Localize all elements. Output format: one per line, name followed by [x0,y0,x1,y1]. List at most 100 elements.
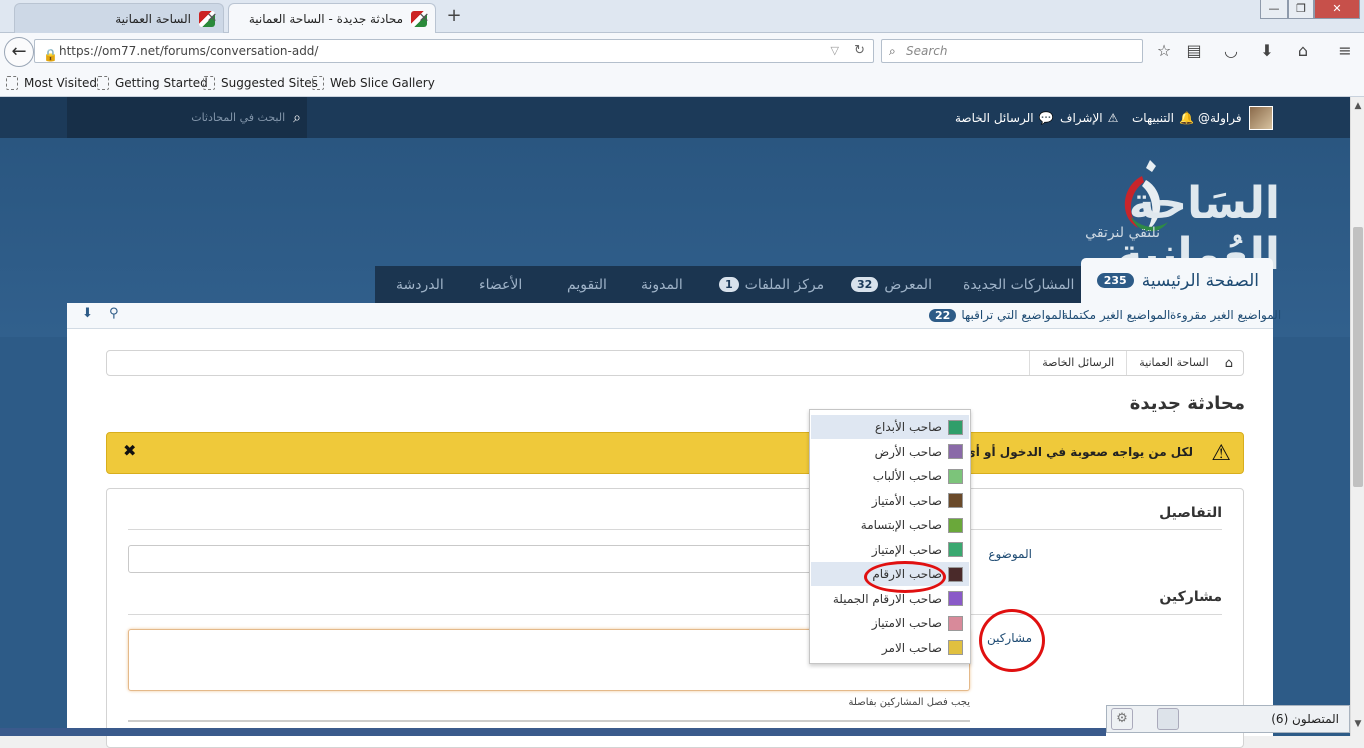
tab-new-posts[interactable]: المشاركات الجديدة [963,266,1074,303]
search-icon: ⌕ [293,109,301,126]
browser-tab-2[interactable]: محادثة جديدة - الساحة العمانية ✕ [228,3,436,34]
moderation-label: الإشراف [1060,111,1103,125]
breadcrumb-item[interactable]: الرسائل الخاصة [1029,351,1126,375]
url-text: https://om77.net/forums/conversation-add… [59,44,319,58]
star-icon[interactable]: ☆ [1153,40,1175,62]
user-avatar[interactable] [1249,106,1273,130]
tab-home[interactable]: الصفحة الرئيسية 235 [1081,258,1273,303]
count-badge: 1 [719,277,739,292]
page-title: محادثة جديدة [1129,393,1245,414]
bookmark-suggested-sites[interactable]: Suggested Sites [203,74,318,92]
tab-gallery[interactable]: المعرض 32 [851,266,932,303]
username-link[interactable]: فراولة@ [1198,108,1242,128]
tab-calendar[interactable]: التقويم [567,266,607,303]
scrollbar-thumb[interactable] [1353,227,1363,487]
sitemap-icon[interactable]: ⚲ [109,306,119,321]
dropdown-item-label: صاحب الألباب [872,469,942,483]
tab-blog[interactable]: المدونة [641,266,683,303]
subnav-watched[interactable]: المواضيع التي تراقبها 22 [929,308,1065,322]
new-tab-button[interactable]: + [442,5,466,29]
tab-label: المدونة [641,276,683,293]
address-bar[interactable]: 🔒 https://om77.net/forums/conversation-a… [34,39,874,63]
tab-label: المشاركات الجديدة [963,276,1075,293]
bookmark-label: Most Visited [24,76,98,90]
private-messages-label: الرسائل الخاصة [955,111,1034,125]
tab-files[interactable]: مركز الملفات 1 [719,266,824,303]
private-messages-link[interactable]: 💬 الرسائل الخاصة [955,108,1054,128]
subnav-unread[interactable]: المواضيع الغير مقروءة [1170,308,1281,322]
close-icon[interactable]: ✖ [123,441,136,460]
scrollbar[interactable]: ▲ ▼ [1350,97,1364,736]
dropdown-item-label: صاحب الإمتياز [871,542,942,557]
maximize-button[interactable]: ❐ [1288,0,1314,19]
user-avatar-icon [948,493,963,508]
user-avatar-icon [948,419,963,435]
dropdown-arrow-icon[interactable]: ▽ [831,40,839,62]
download-icon[interactable]: ⬇ [1256,40,1278,62]
menu-icon[interactable]: ≡ [1334,40,1356,62]
notifications-link[interactable]: 🔔 التنبيهات [1132,108,1194,128]
reading-list-icon[interactable]: ▤ [1183,40,1205,62]
reload-icon[interactable]: ↻ [854,40,865,62]
user-avatar-icon [948,517,963,533]
bookmark-web-slice-gallery[interactable]: Web Slice Gallery [312,74,435,92]
bookmark-getting-started[interactable]: Getting Started [97,74,208,92]
tab-members[interactable]: الأعضاء [479,266,522,303]
dropdown-item[interactable]: صاحب الألباب [811,464,969,488]
bookmark-label: Suggested Sites [221,76,318,90]
lock-icon: 🔒 [43,48,58,62]
home-icon[interactable]: ⌂ [1225,356,1233,371]
home-icon[interactable]: ⌂ [1292,40,1314,62]
divider [128,529,1222,530]
taskbar [0,728,1106,736]
dropdown-item[interactable]: صاحب الامتياز [811,611,969,635]
minimize-button[interactable]: — [1260,0,1288,19]
back-button[interactable]: ← [4,37,34,67]
moderation-link[interactable]: ⚠ الإشراف [1060,108,1118,128]
scroll-down-arrow-icon[interactable]: ▼ [1351,719,1364,729]
user-avatar-icon [948,591,963,606]
username-label: فراولة@ [1198,111,1242,125]
chat-toggle-icon[interactable] [1157,708,1179,730]
subnav-incomplete[interactable]: المواضيع الغير مكتملة [1062,308,1170,322]
scroll-down-icon[interactable]: ⬇ [82,306,93,321]
online-users-bar[interactable]: المتصلون (6) ⚙ [1106,705,1350,733]
gear-icon[interactable]: ⚙ [1111,708,1133,730]
dropdown-item-label: صاحب الأبداع [874,420,942,434]
scroll-up-icon[interactable]: ▲ [1351,101,1364,111]
bookmark-most-visited[interactable]: Most Visited [6,74,97,92]
dropdown-item-label: صاحب الامتياز [871,616,942,630]
dropdown-item[interactable]: صاحب الامر [811,636,969,660]
dropdown-item[interactable]: صاحب الأمتياز [811,489,969,513]
dropdown-item-label: صاحب الأمتياز [871,493,942,508]
notice-banner: ⚠ لكل من يواجه صعوبة في الدخول أو أي إشك… [106,432,1244,474]
logo-tagline: نلتقي لنرتقي [1085,225,1160,241]
subnav-label: المواضيع التي تراقبها [961,308,1066,322]
dropdown-item[interactable]: صاحب الأرض [811,440,969,464]
next-input-edge[interactable] [128,720,970,722]
conversation-search-input[interactable]: ⌕ البحث في المحادثات [67,97,307,138]
browser-search-input[interactable]: ⌕ Search [881,39,1143,63]
dropdown-item[interactable]: صاحب الإمتياز [811,538,969,562]
pocket-icon[interactable]: ◡ [1220,40,1242,62]
subnav-label: المواضيع الغير مقروءة [1170,308,1282,322]
online-count: المتصلون (6) [1271,712,1339,726]
dropdown-item[interactable]: صاحب الإبتسامة [811,513,969,537]
tab-chat[interactable]: الدردشة [396,266,444,303]
breadcrumb-item[interactable]: الساحة العمانية [1126,351,1220,375]
close-window-button[interactable]: ✕ [1314,0,1360,19]
user-avatar-icon [948,542,963,557]
browser-tab-1[interactable]: الساحة العمانية ✕ [14,3,224,33]
close-tab-icon[interactable]: ✕ [413,4,435,33]
notifications-label: التنبيهات [1132,111,1174,125]
dropdown-item[interactable]: صاحب الأبداع [811,415,969,439]
bookmark-icon [97,76,109,90]
warning-icon: ⚠ [1211,441,1231,466]
close-tab-icon[interactable]: ✕ [201,4,223,33]
subnav-label: المواضيع الغير مكتملة [1062,308,1171,322]
tab-label: الصفحة الرئيسية [1141,270,1259,291]
count-badge: 22 [929,308,957,322]
bookmark-icon [312,76,324,90]
dropdown-item-label: صاحب الارقام الجميلة [832,591,942,606]
dropdown-item-label: صاحب الإبتسامة [860,518,942,532]
